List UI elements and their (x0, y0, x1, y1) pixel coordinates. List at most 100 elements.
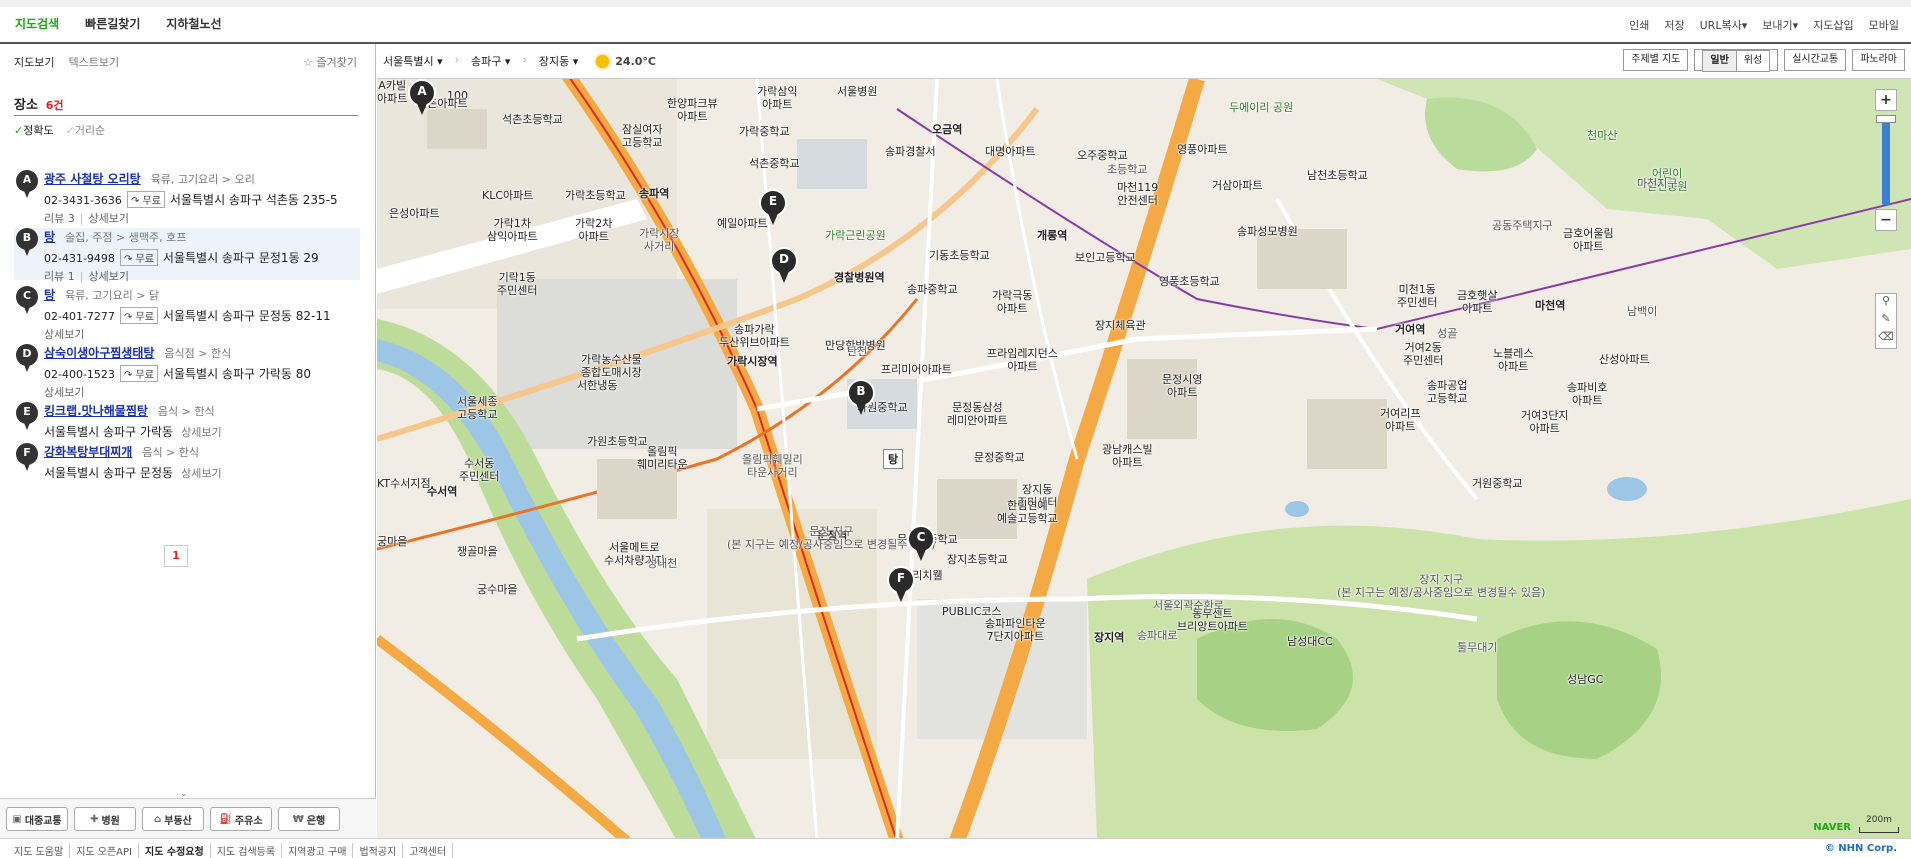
result-review-link[interactable]: 리뷰 3 (44, 212, 75, 225)
zoom-slider-knob[interactable] (1876, 115, 1896, 123)
panorama-button[interactable]: 파노라마 (1852, 49, 1905, 71)
favorites-button[interactable]: ☆ 즐겨찾기 (303, 54, 357, 70)
map-label[interactable]: 노블레스 아파트 (1493, 347, 1533, 373)
map-label[interactable]: 송파경찰서 (885, 145, 936, 158)
result-item[interactable]: B 탕 술집, 주점 > 생맥주, 호프 02-431-9498 ↷ 무료 서울특별시 송… (14, 228, 360, 283)
map-label[interactable]: 가락2차 아파트 (575, 217, 612, 243)
map-label[interactable]: 가락1차 삼익아파트 (487, 217, 538, 243)
map-label[interactable]: 영풍아파트 (1177, 143, 1228, 156)
map-label[interactable]: 가락근린공원 (825, 229, 886, 242)
map-label[interactable]: 궁수마을 (477, 583, 517, 596)
footer-link-help[interactable]: 지도 도움말 (14, 843, 71, 858)
map-label[interactable]: 문정중학교 (974, 451, 1025, 464)
free-call-button[interactable]: ↷ 무료 (119, 307, 158, 324)
ruler-icon[interactable]: ✎ (1876, 312, 1896, 330)
result-item[interactable]: E 킹크랩.맛나해물찜탕 음식 > 한식 서울특별시 송파구 가락동 상세보기 (14, 402, 360, 439)
footer-link-edit-request[interactable]: 지도 수정요청 (139, 843, 211, 858)
map-label[interactable]: 개롱역 (1037, 229, 1067, 242)
embed-map-button[interactable]: 지도삽입 (1813, 17, 1853, 33)
region-dong-select[interactable]: 장지동 ▾ (539, 53, 578, 69)
map-label[interactable]: 장지초등학교 (947, 553, 1008, 566)
map-label[interactable]: 문정시영 아파트 (1162, 373, 1202, 399)
category-transit-button[interactable]: ▣ 대중교통 (6, 807, 68, 831)
free-call-button[interactable]: ↷ 무료 (119, 249, 158, 266)
map-label[interactable]: 송파파인타운 7단지아파트 (985, 617, 1046, 643)
result-detail-link[interactable]: 상세보기 (181, 467, 221, 480)
map-label[interactable]: 수서동 주민센터 (459, 457, 499, 483)
result-detail-link[interactable]: 상세보기 (44, 328, 84, 341)
map-label[interactable]: 서한냉동 (577, 379, 617, 392)
map-label[interactable]: 금호햇살 아파트 (1457, 289, 1497, 315)
map-label[interactable]: 두에이리 공원 (1229, 101, 1293, 114)
category-bank-button[interactable]: ₩ 은행 (278, 807, 340, 831)
result-detail-link[interactable]: 상세보기 (44, 386, 84, 399)
map-marker-b[interactable]: B (847, 379, 875, 417)
footer-link-ads[interactable]: 지역광고 구매 (282, 843, 354, 858)
map-label[interactable]: 오주중학교 (1077, 149, 1128, 162)
url-copy-button[interactable]: URL복사▾ (1700, 17, 1748, 33)
map-label[interactable]: 송파성모병원 (1237, 225, 1298, 238)
map-label[interactable]: 장지 지구 (본 지구는 예정/공사중임으로 변경될수 있음) (1337, 573, 1545, 599)
map-label[interactable]: 궁마을 (377, 535, 407, 548)
map-label[interactable]: 서울병원 (837, 85, 877, 98)
live-traffic-button[interactable]: 실시간교통 (1784, 49, 1847, 71)
map-label[interactable]: 서울외곽순환로 (1153, 599, 1224, 612)
footer-link-api[interactable]: 지도 오픈API (70, 843, 139, 858)
map-label[interactable]: 쟁골마을 (457, 545, 497, 558)
magnifier-icon[interactable]: ⚲ (1876, 294, 1896, 312)
map-label[interactable]: 장지체육관 (1095, 319, 1146, 332)
map-label[interactable]: 오금역 (932, 123, 962, 136)
map-label[interactable]: 마천역 (1535, 299, 1565, 312)
category-hospital-button[interactable]: ✚ 병원 (74, 807, 136, 831)
satellite-map-button[interactable]: 위성 (1735, 50, 1771, 72)
map-label[interactable]: 가락극동 아파트 (992, 289, 1032, 315)
page-number-1[interactable]: 1 (164, 545, 188, 567)
result-name-link[interactable]: 광주 사철탕 오리탕 (44, 172, 141, 186)
map-label[interactable]: 가락중학교 (739, 125, 790, 138)
result-name-link[interactable]: 킹크랩.맛나해물찜탕 (44, 404, 148, 418)
map-label[interactable]: 송파비호 아파트 (1567, 381, 1607, 407)
map-label[interactable]: 가락농수산물 종합도매시장 (581, 353, 642, 379)
free-call-button[interactable]: ↷ 무료 (119, 365, 158, 382)
region-city-select[interactable]: 서울특별시 ▾ (383, 53, 443, 69)
map-label[interactable]: KT수서지점 (377, 477, 431, 490)
eraser-icon[interactable]: ⌫ (1876, 330, 1896, 348)
map-label[interactable]: 탄천 (847, 345, 867, 358)
footer-link-legal[interactable]: 법적공지 (353, 843, 404, 858)
zoom-slider[interactable] (1876, 115, 1896, 205)
region-district-select[interactable]: 송파구 ▾ (471, 53, 510, 69)
category-realestate-button[interactable]: ⌂ 부동산 (142, 807, 204, 831)
map-label[interactable]: 경찰병원역 (834, 271, 885, 284)
map-label[interactable]: 송파대로 (1137, 629, 1177, 642)
map-label[interactable]: 한양파크뷰 아파트 (667, 97, 718, 123)
map-label[interactable]: 가락시장역 (727, 355, 778, 368)
category-gas-station-button[interactable]: ⛽ 주유소 (210, 807, 272, 831)
map-label[interactable]: A카빌 아파트 (377, 79, 407, 105)
result-detail-link[interactable]: 상세보기 (181, 426, 221, 439)
map-label[interactable]: 가락삼익 아파트 (757, 85, 797, 111)
map-label[interactable]: 성내천 (647, 557, 677, 570)
map-label[interactable]: 잠실여자 고등학교 (622, 123, 662, 149)
map-label[interactable]: 남백이 (1627, 305, 1657, 318)
zoom-out-button[interactable]: − (1875, 209, 1897, 231)
map-label[interactable]: 거원중학교 (1472, 477, 1523, 490)
map-label[interactable]: 은성아파트 (389, 207, 440, 220)
map-label[interactable]: 마천지구 (1637, 177, 1677, 190)
nav-quick-route[interactable]: 빠른길찾기 (85, 15, 140, 32)
map-label[interactable]: 성남GC (1567, 673, 1603, 686)
sort-distance[interactable]: ✓거리순 (66, 122, 106, 138)
map-label[interactable]: 석촌중학교 (749, 157, 800, 170)
map-marker-d[interactable]: D (770, 247, 798, 285)
theme-map-button[interactable]: 주제별 지도 (1623, 49, 1689, 71)
mobile-button[interactable]: 모바일 (1869, 17, 1899, 33)
nav-map-search[interactable]: 지도검색 (15, 15, 59, 32)
nav-subway[interactable]: 지하철노선 (166, 15, 221, 32)
map-label[interactable]: 미천1동 주민센터 (1397, 283, 1437, 309)
map-label[interactable]: 금호어울림 아파트 (1563, 227, 1614, 253)
map-label[interactable]: 올림픽 훼미리타운 (637, 445, 688, 471)
map-label[interactable]: 공동주택지구 (1492, 219, 1553, 232)
result-detail-link[interactable]: 상세보기 (88, 212, 128, 225)
result-item[interactable]: F 강화복탕부대찌개 음식 > 한식 서울특별시 송파구 문정동 상세보기 (14, 443, 360, 480)
map-label[interactable]: 남천초등학교 (1307, 169, 1368, 182)
result-name-link[interactable]: 강화복탕부대찌개 (44, 445, 132, 459)
